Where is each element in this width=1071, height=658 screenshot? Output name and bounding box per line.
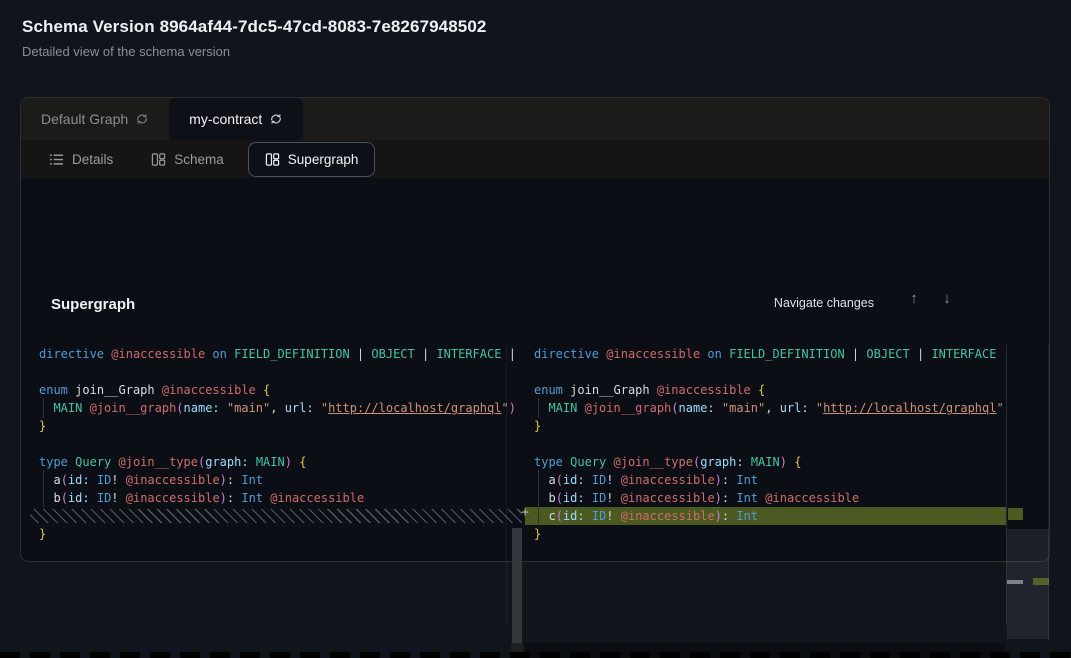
code-line: MAIN @join__graph(name: "main", url: "ht… (22, 399, 522, 417)
minimap-right-border (1048, 345, 1049, 640)
previous-change-arrow-icon[interactable]: ↑ (904, 290, 924, 307)
left-scrollbar-slider[interactable] (512, 528, 522, 643)
overview-added-mark (1033, 578, 1049, 585)
view-subtab-strip: Details Schema Supergraph (21, 140, 1049, 178)
subtab-label: Supergraph (288, 152, 359, 167)
code-line: a(id: ID! @inaccessible): Int (525, 471, 1006, 489)
diff-pane-modified[interactable]: directive @inaccessible on FIELD_DEFINIT… (525, 345, 1006, 560)
code-line: b(id: ID! @inaccessible): Int @inaccessi… (525, 489, 1006, 507)
schema-version-card: Default Graph my-contract (20, 97, 1050, 562)
list-icon (49, 152, 64, 167)
code-line (525, 363, 1006, 381)
subtab-label: Schema (174, 152, 224, 167)
code-line: type Query @join__type(graph: MAIN) { (525, 453, 1006, 471)
tab-my-contract[interactable]: my-contract (169, 98, 303, 140)
next-change-arrow-icon[interactable]: ↓ (937, 290, 957, 307)
contract-icon (269, 112, 283, 126)
code-line: a(id: ID! @inaccessible): Int (22, 471, 522, 489)
code-line (22, 435, 522, 453)
code-line (22, 363, 522, 381)
diff-added-marker: + (518, 505, 532, 520)
section-title: Supergraph (51, 296, 135, 313)
variant-tab-strip: Default Graph my-contract (21, 98, 1049, 140)
code-line (22, 507, 522, 525)
page-subtitle: Detailed view of the schema version (22, 44, 230, 59)
tab-label: my-contract (189, 111, 262, 127)
editor-sash[interactable] (506, 345, 507, 625)
subtab-details[interactable]: Details (39, 141, 123, 177)
supergraph-panel: Supergraph Navigate changes ↑ ↓ directiv… (21, 178, 1049, 561)
code-line: } (22, 525, 522, 543)
diff-pane-original[interactable]: directive @inaccessible on FIELD_DEFINIT… (22, 345, 522, 560)
minimap[interactable] (1007, 345, 1049, 560)
tab-label: Default Graph (41, 111, 128, 127)
bottom-dashed-edge (0, 652, 1071, 658)
minimap-content-mark (1007, 580, 1023, 584)
tab-default-graph[interactable]: Default Graph (21, 98, 169, 140)
subtab-schema[interactable]: Schema (141, 141, 234, 177)
code-line: enum join__Graph @inaccessible { (22, 381, 522, 399)
code-line: directive @inaccessible on FIELD_DEFINIT… (525, 345, 1006, 363)
code-line: } (525, 417, 1006, 435)
diff-placeholder-hatch (30, 509, 522, 523)
subtab-label: Details (72, 152, 113, 167)
schema-panels-icon (265, 152, 280, 167)
code-line: } (525, 525, 1006, 543)
subtab-supergraph[interactable]: Supergraph (248, 142, 376, 177)
schema-diff-editor: directive @inaccessible on FIELD_DEFINIT… (22, 345, 1048, 560)
contract-icon (135, 112, 149, 126)
code-line: b(id: ID! @inaccessible): Int @inaccessi… (22, 489, 522, 507)
schema-panels-icon (151, 152, 166, 167)
page-title: Schema Version 8964af44-7dc5-47cd-8083-7… (22, 17, 486, 37)
code-line: } (22, 417, 522, 435)
code-line: type Query @join__type(graph: MAIN) { (22, 453, 522, 471)
minimap-added-line-marker (1008, 508, 1023, 520)
code-line (525, 435, 1006, 453)
schema-version-page: Schema Version 8964af44-7dc5-47cd-8083-7… (0, 0, 1071, 658)
code-line: enum join__Graph @inaccessible { (525, 381, 1006, 399)
navigate-changes-label: Navigate changes (774, 296, 874, 310)
code-line: directive @inaccessible on FIELD_DEFINIT… (22, 345, 522, 363)
code-line: MAIN @join__graph(name: "main", url: "ht… (525, 399, 1006, 417)
code-line: c(id: ID! @inaccessible): Int (525, 507, 1006, 525)
